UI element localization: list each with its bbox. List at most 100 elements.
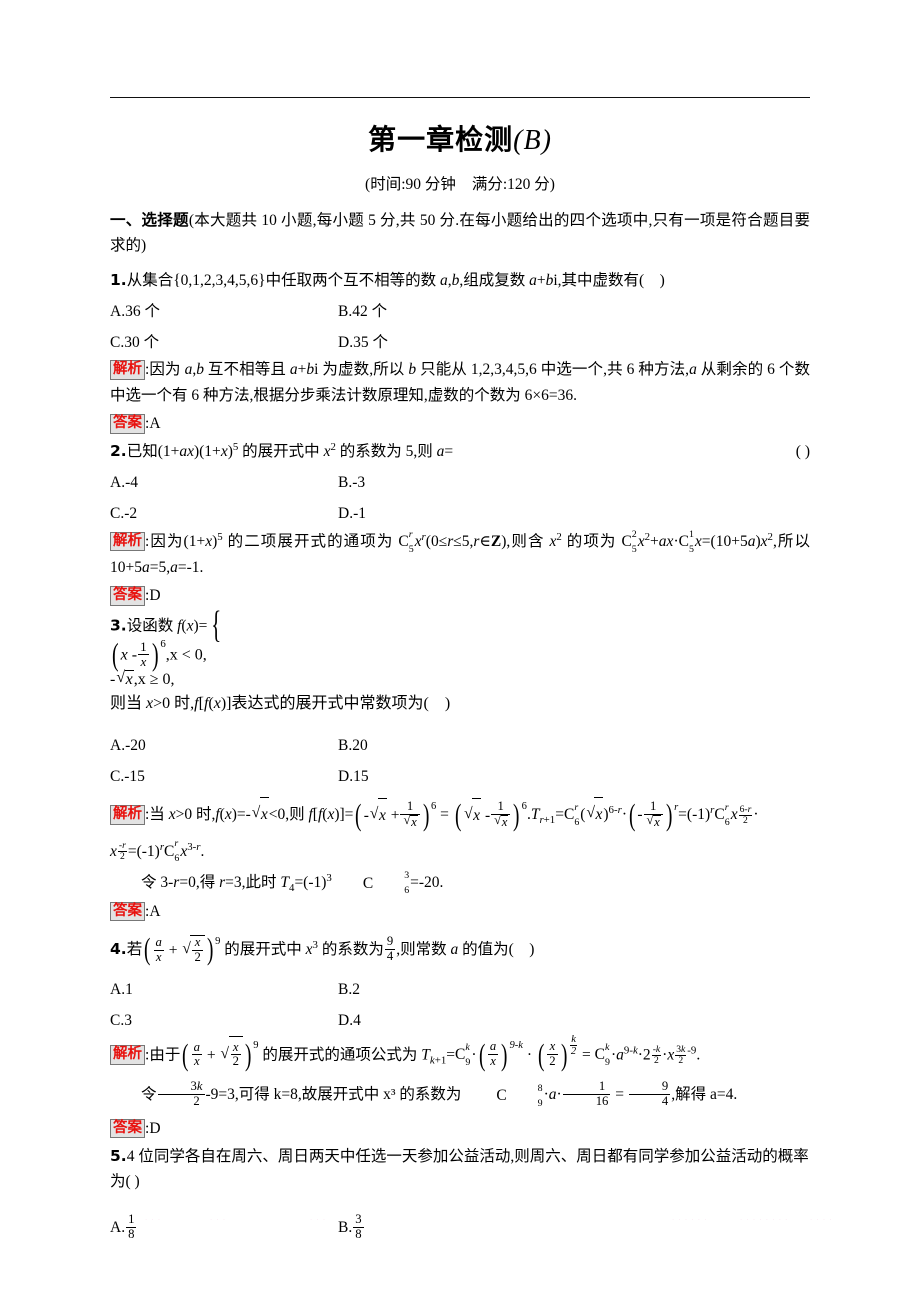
combination-symbol: Ck9 [594, 1041, 610, 1068]
option-A[interactable]: A.-20 [110, 730, 338, 761]
option-C-key: C. [110, 505, 125, 523]
sqrt-icon: x [252, 796, 269, 833]
question-1-number: 1. [110, 271, 127, 290]
analysis-line1-prefix: 由于 [149, 1045, 181, 1063]
option-B[interactable]: B.42 个 [338, 296, 566, 327]
option-row: C.-2 D.-1 [110, 498, 810, 529]
option-row: C.30 个 D.35 个 [110, 326, 810, 357]
case-1-condition: ,x < 0, [165, 646, 207, 664]
option-D-key: D. [338, 1012, 354, 1030]
option-D-key: D. [338, 768, 354, 786]
page-title-paren-close: ) [541, 125, 552, 156]
option-A-key: A. [110, 981, 126, 999]
combination-symbol: C15 [678, 528, 694, 555]
question-5-text: 4 位同学各自在周六、周日两天中任选一天参加公益活动,则周六、周日都有同学参加公… [110, 1147, 809, 1190]
option-D[interactable]: D.-1 [338, 498, 566, 529]
option-B-fraction: 38 [353, 1212, 364, 1241]
paren-group: (ax + x2)9 [142, 933, 220, 966]
question-1-text: 从集合{0,1,2,3,4,5,6}中任取两个互不相等的数 a,b,组成复数 a… [126, 272, 665, 290]
combination-symbol: Cr6 [563, 801, 580, 828]
option-A-key: A. [110, 737, 126, 755]
combination-symbol: C25 [621, 528, 637, 555]
page-title: 第一章检测(B) [110, 118, 810, 158]
question-4-options: A.1 B.2 C.3 D.4 [110, 974, 810, 1036]
option-A[interactable]: A.1 [110, 974, 338, 1005]
exponent-fraction: 6-r 2 [738, 803, 753, 827]
option-D[interactable]: D.4 [338, 1005, 566, 1036]
analysis-tag: 解析 [110, 360, 145, 380]
question-2: ( ) 2.已知(1+ax)(1+x)5 的展开式中 x2 的系数为 5,则 a=… [110, 439, 810, 609]
question-1-analysis: 解析:因为 a,b 互不相等且 a+bi 为虚数,所以 b 只能从 1,2,3,… [110, 360, 810, 405]
combination-symbol: Ck9 [455, 1041, 471, 1068]
question-4-suffix: ,则常数 a 的值为( ) [396, 940, 535, 958]
question-2-options: A.-4 B.-3 C.-2 D.-1 [110, 467, 810, 529]
exponent-fraction: -r 2 [117, 840, 127, 863]
question-3: 3.设函数 f(x)={(x -1x)6,x < 0,-x,x ≥ 0,则当 x… [110, 606, 810, 925]
question-1-options: A.36 个 B.42 个 C.30 个 D.35 个 [110, 295, 810, 357]
question-1: 1.从集合{0,1,2,3,4,5,6}中任取两个互不相等的数 a,b,组成复数… [110, 268, 810, 437]
exam-total-score: 满分:120 分) [471, 176, 555, 193]
option-row: C.-15 D.15 [110, 760, 810, 791]
option-B-text: 42 个 [352, 303, 388, 321]
section-heading: 一、选择题(本大题共 10 小题,每小题 5 分,共 50 分.在每小题给出的四… [110, 208, 810, 258]
option-A-numerator: 1 [128, 1211, 135, 1226]
question-2-answer-paren: ( ) [795, 443, 810, 461]
section-label: 一、选择题 [110, 211, 189, 229]
option-A-text: 36 个 [125, 303, 160, 321]
exponent-fraction: -k 2 [651, 1043, 662, 1066]
option-B[interactable]: B. 3 8 [338, 1212, 566, 1242]
option-C-text: 3 [124, 1012, 132, 1030]
question-4-answer: 答案:D [110, 1116, 810, 1142]
question-3-analysis-line1: 解析:当 x>0 时,f(x)=-x<0,则 f[f(x)]=(-x +1x)6… [110, 796, 810, 833]
option-B-key: B. [338, 303, 353, 321]
option-B-key: B. [338, 474, 353, 492]
option-A-text: -4 [125, 474, 138, 492]
option-B[interactable]: B.-3 [338, 467, 566, 498]
option-A-key: A. [110, 303, 126, 321]
analysis-line2-tail: ,解得 a=4. [671, 1086, 738, 1104]
option-B[interactable]: B.2 [338, 974, 566, 1005]
answer-tag: 答案 [110, 1118, 145, 1139]
combination-symbol: C89 [496, 1082, 543, 1109]
page-content: 第一章检测(B) (时间:90 分钟 满分:120 分) 一、选择题(本大题共 1… [110, 0, 810, 1250]
question-3-analysis-line3: 令 3-r=0,得 r=3,此时 T4=(-1)3 C 3 6 =-20. [141, 870, 444, 897]
answer-value: D [149, 587, 161, 605]
fraction-9-4: 94 [628, 1080, 671, 1108]
option-D[interactable]: D.15 [338, 761, 566, 792]
option-C[interactable]: C.-15 [110, 761, 338, 792]
option-D-text: 4 [353, 1012, 361, 1030]
analysis-line2-prefix: 令 [141, 1086, 157, 1104]
analysis-tag: 解析 [110, 1044, 145, 1065]
question-5: 5.4 位同学各自在周六、周日两天中任选一天参加公益活动,则周六、周日都有同学参… [110, 1144, 810, 1250]
option-B-text: 20 [352, 737, 368, 755]
option-D-text: -1 [353, 505, 366, 523]
option-A[interactable]: A.-4 [110, 467, 338, 498]
option-A[interactable]: A. 1 8 [110, 1211, 338, 1242]
option-D-text: 35 个 [353, 334, 388, 352]
question-2-text: 已知(1+ax)(1+x)5 的展开式中 x2 的系数为 5,则 a= [126, 441, 454, 461]
question-3-stem: 3.设函数 f(x)={ [110, 606, 810, 644]
option-C[interactable]: C.30 个 [110, 327, 338, 358]
option-D[interactable]: D.35 个 [338, 327, 566, 358]
option-C-text: -15 [124, 768, 145, 786]
option-C[interactable]: C.-2 [110, 498, 338, 529]
option-row: A. 1 8 B. 3 8 [110, 1212, 566, 1240]
question-4-mid: 的展开式中 x3 的系数为 [220, 938, 384, 958]
option-B[interactable]: B.20 [338, 730, 566, 761]
option-A-text: 1 [125, 981, 133, 999]
option-B-key: B. [338, 737, 353, 755]
question-3-analysis-line2: x -r 2 =(-1)rC r 6 x3-r. [110, 836, 810, 869]
question-4-stem: 4.若(ax + x2)9 的展开式中 x3 的系数为94,则常数 a 的值为(… [110, 933, 810, 966]
combination-symbol: Cr6 [714, 801, 730, 828]
option-A[interactable]: A.36 个 [110, 296, 338, 327]
option-row: A.1 B.2 [110, 974, 810, 1005]
exam-duration: (时间:90 分钟 [365, 176, 456, 193]
coef-numerator: 9 [386, 933, 394, 948]
question-3-suffix: 则当 x>0 时,f[f(x)]表达式的展开式中常数项为( ) [110, 695, 451, 713]
answer-tag: 答案 [110, 901, 145, 922]
answer-value: A [149, 415, 161, 433]
paren-group: (a x) 9-k [478, 1036, 523, 1072]
option-C[interactable]: C.3 [110, 1005, 338, 1036]
option-row: A.-4 B.-3 [110, 467, 810, 498]
question-4-number: 4. [110, 939, 127, 958]
